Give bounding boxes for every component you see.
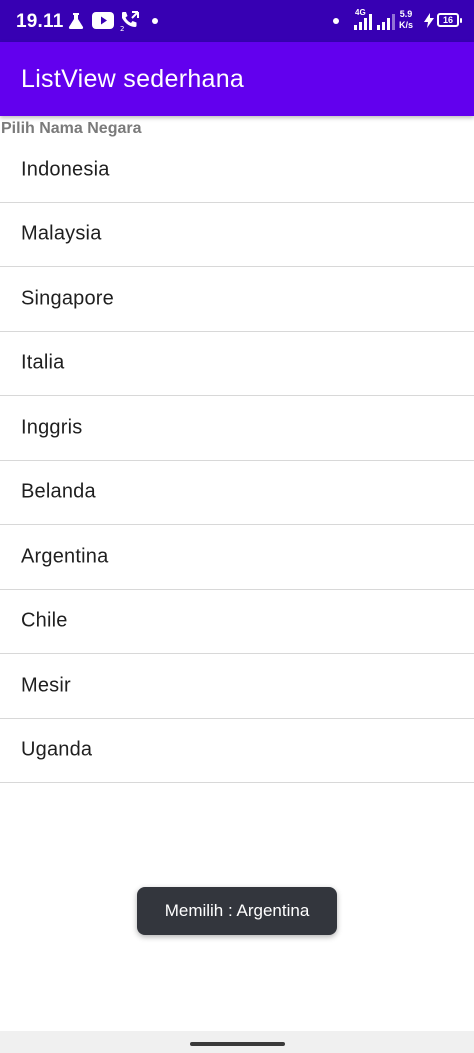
home-gesture-handle[interactable]	[190, 1042, 285, 1046]
navigation-bar	[0, 1031, 474, 1053]
list-item-label: Uganda	[21, 738, 93, 761]
list-item-singapore[interactable]: Singapore	[0, 267, 474, 332]
toast-message: Memilih : Argentina	[137, 887, 337, 935]
battery-icon: 16	[437, 13, 462, 27]
signal-icon	[354, 14, 372, 30]
youtube-icon	[92, 12, 114, 29]
list-item-label: Argentina	[21, 545, 109, 568]
svg-text:2: 2	[120, 25, 124, 32]
list-item-belanda[interactable]: Belanda	[0, 461, 474, 525]
network-speed: 5.9 K/s	[399, 9, 413, 31]
list-item-label: Indonesia	[21, 158, 110, 181]
status-time: 19.11	[16, 11, 64, 32]
battery-level: 16	[442, 15, 453, 25]
list-item-label: Singapore	[21, 287, 114, 310]
list-item-argentina[interactable]: Argentina	[0, 525, 474, 590]
network-speed-value: 5.9	[399, 9, 413, 19]
list-item-label: Inggris	[21, 416, 83, 439]
wifi-signal-icon	[377, 14, 395, 30]
list-item-malaysia[interactable]: Malaysia	[0, 203, 474, 267]
call-forward-icon: 2	[120, 11, 139, 32]
app-title: ListView sederhana	[21, 65, 245, 93]
list-item-uganda[interactable]: Uganda	[0, 719, 474, 783]
list-item-italia[interactable]: Italia	[0, 332, 474, 396]
list-item-inggris[interactable]: Inggris	[0, 396, 474, 461]
list-item-label: Malaysia	[21, 222, 102, 245]
list-item-label: Mesir	[21, 674, 71, 697]
status-bar: 19.11 2 4G 5.9 K/s 16	[0, 0, 474, 42]
data-activity-dot-icon	[333, 18, 339, 24]
network-speed-unit: K/s	[399, 20, 414, 30]
list-item-label: Belanda	[21, 480, 96, 503]
list-item-label: Chile	[21, 609, 68, 632]
country-list[interactable]: Indonesia Malaysia Singapore Italia Ingg…	[0, 138, 474, 783]
list-header: Pilih Nama Negara	[1, 120, 142, 137]
list-item-mesir[interactable]: Mesir	[0, 654, 474, 719]
list-item-label: Italia	[21, 351, 65, 374]
list-item-indonesia[interactable]: Indonesia	[0, 138, 474, 203]
charging-icon	[424, 13, 434, 28]
toast-text: Memilih : Argentina	[164, 901, 310, 920]
list-item-chile[interactable]: Chile	[0, 590, 474, 654]
notification-dot-icon	[152, 18, 158, 24]
app-bar: ListView sederhana	[0, 42, 474, 116]
flask-icon	[68, 13, 84, 29]
